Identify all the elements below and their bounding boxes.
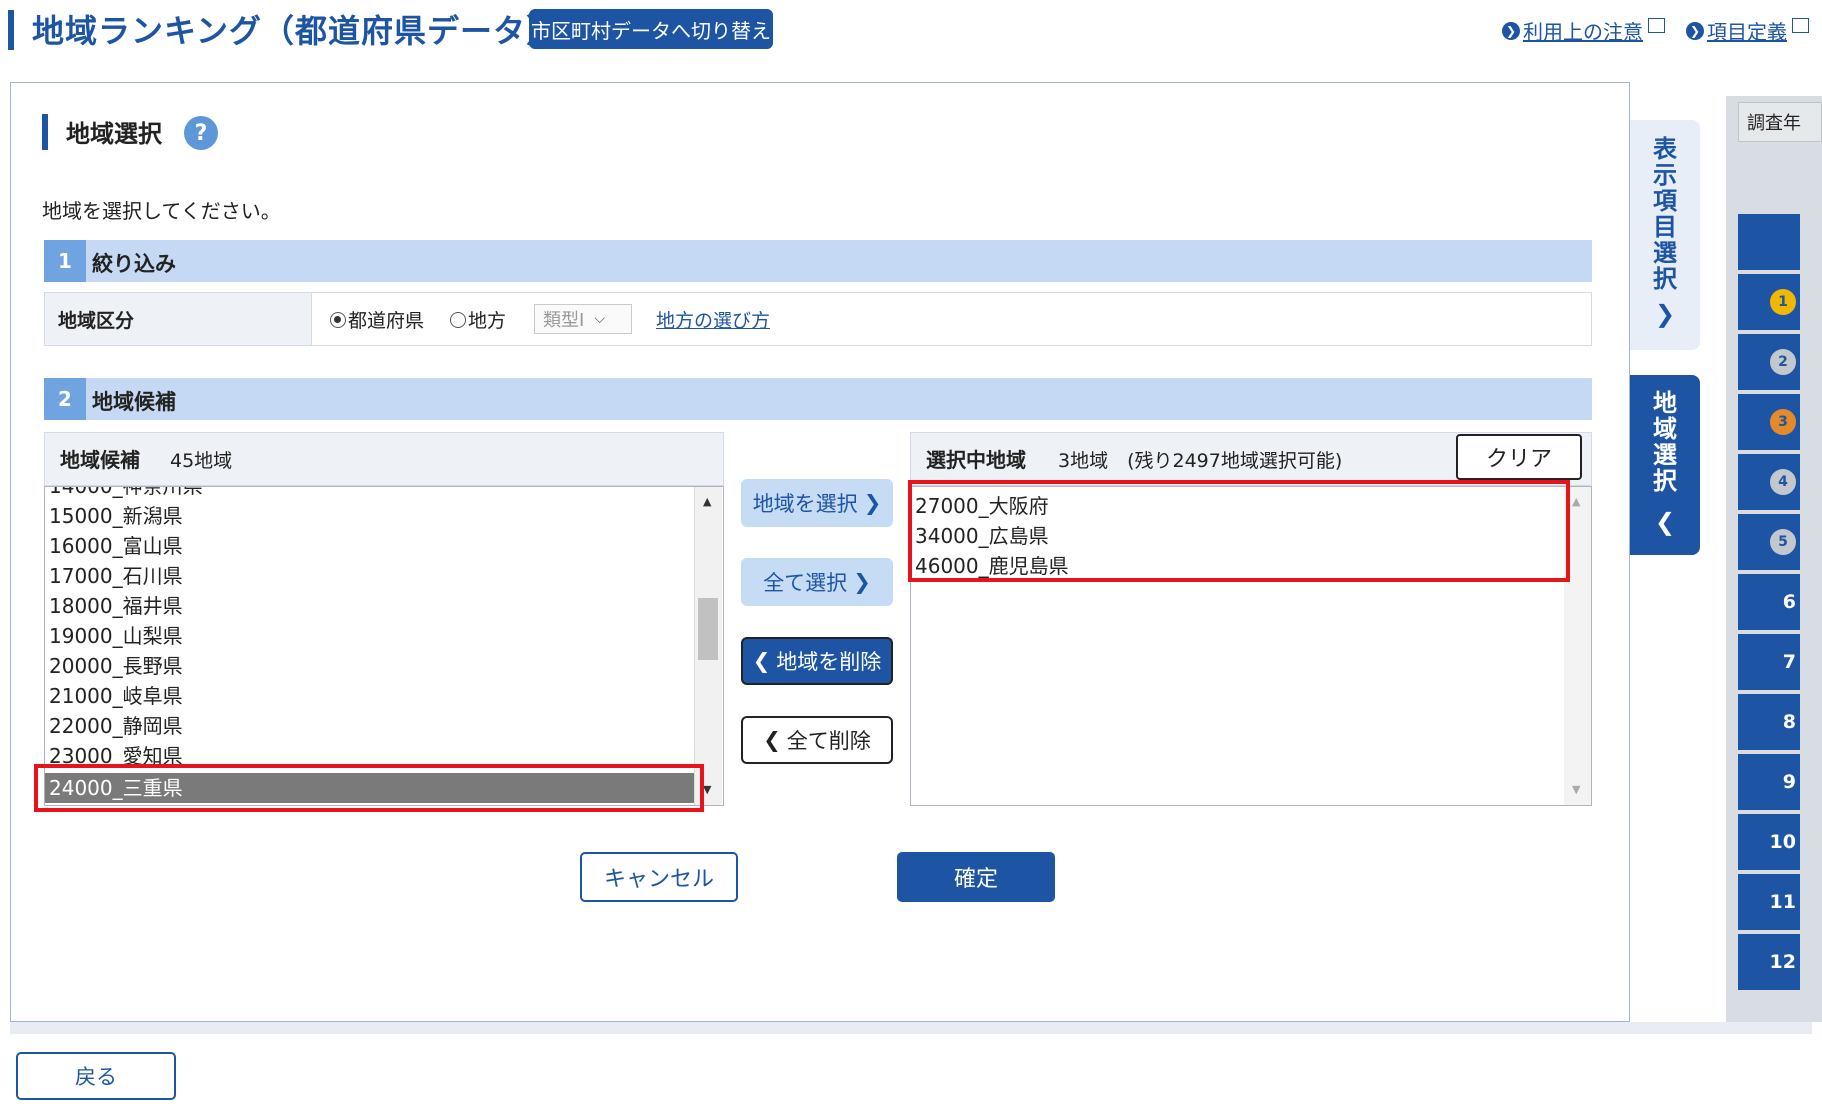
- list-item[interactable]: 19000_山梨県: [49, 621, 183, 651]
- chevron-left-icon: ❮: [763, 728, 781, 752]
- remove-all-label: 全て削除: [786, 729, 871, 753]
- item-definitions-link[interactable]: ❯ 項目定義: [1686, 16, 1809, 45]
- chevron-right-circle-icon: ❯: [1502, 21, 1520, 40]
- ranking-table-header: 調査年: [1738, 102, 1822, 142]
- chevron-left-icon: ❮: [1654, 508, 1676, 536]
- rank-cell: 11: [1738, 874, 1800, 932]
- rank-cell: 1: [1738, 274, 1800, 332]
- region-type-select[interactable]: 類型Ⅰ ⌵: [534, 304, 632, 334]
- select-region-button[interactable]: 地域を選択 ❯: [741, 479, 893, 527]
- candidate-listbox[interactable]: 14000_神奈川県 15000_新潟県 16000_富山県 17000_石川県…: [44, 486, 724, 806]
- remove-region-button[interactable]: ❮ 地域を削除: [741, 637, 893, 685]
- selected-list-title: 選択中地域: [926, 448, 1026, 472]
- usage-notes-link[interactable]: ❯ 利用上の注意: [1502, 16, 1665, 45]
- remove-all-button[interactable]: ❮ 全て削除: [741, 716, 893, 764]
- select-region-label: 地域を選択: [752, 492, 858, 516]
- step2-header: [44, 378, 1592, 420]
- list-item[interactable]: 18000_福井県: [49, 591, 183, 621]
- highlight-box-selected: [908, 480, 1570, 582]
- radio-region[interactable]: 地方: [450, 306, 506, 333]
- back-button[interactable]: 戻る: [16, 1052, 176, 1100]
- radio-unchecked-icon: [450, 311, 466, 328]
- radio-prefecture-label: 都道府県: [348, 310, 425, 332]
- chevron-right-icon: ❯: [853, 570, 871, 594]
- scroll-up-icon[interactable]: ▲: [703, 495, 711, 508]
- region-type-select-value: 類型Ⅰ: [543, 310, 585, 331]
- rank-cell: 6: [1738, 574, 1800, 632]
- step1-label: 絞り込み: [92, 252, 176, 276]
- clear-button[interactable]: クリア: [1456, 434, 1582, 480]
- candidate-scroll-thumb[interactable]: [698, 598, 718, 660]
- candidate-count: 45地域: [170, 450, 233, 472]
- rank-cell: 7: [1738, 634, 1800, 692]
- rank-badge-icon: 5: [1770, 529, 1796, 555]
- chevron-down-icon: ⌵: [594, 311, 605, 327]
- candidate-list-header: [44, 432, 724, 486]
- scroll-down-icon[interactable]: ▼: [1572, 783, 1580, 796]
- select-all-button[interactable]: 全て選択 ❯: [741, 558, 893, 606]
- chevron-right-icon: ❯: [1654, 300, 1676, 328]
- tab-region-selection-label: 地域選択: [1653, 389, 1677, 495]
- step1-number: 1: [44, 240, 86, 282]
- external-window-icon: [1792, 18, 1809, 33]
- gold-medal-icon: 1: [1770, 289, 1796, 315]
- remove-region-label: 地域を削除: [776, 650, 882, 674]
- rank-cell: 10: [1738, 814, 1800, 872]
- rank-badge-icon: 4: [1770, 469, 1796, 495]
- rank-cell: 9: [1738, 754, 1800, 812]
- help-icon[interactable]: ?: [184, 116, 218, 150]
- list-item[interactable]: 22000_静岡県: [49, 711, 183, 741]
- selected-count: 3地域 (残り2497地域選択可能): [1058, 450, 1343, 472]
- list-item[interactable]: 17000_石川県: [49, 561, 183, 591]
- page-title: 地域ランキング（都道府県データ）: [32, 12, 560, 50]
- section-accent-bar: [42, 114, 48, 150]
- cancel-button[interactable]: キャンセル: [580, 852, 738, 902]
- confirm-button[interactable]: 確定: [897, 852, 1055, 902]
- candidate-list-title: 地域候補: [60, 448, 140, 472]
- region-type-label: 地域区分: [58, 310, 135, 332]
- list-item[interactable]: 15000_新潟県: [49, 501, 183, 531]
- section-title: 地域選択: [66, 120, 162, 148]
- scroll-up-icon[interactable]: ▲: [1572, 495, 1580, 508]
- radio-region-label: 地方: [468, 310, 507, 332]
- ranking-table-blank-cell: [1738, 214, 1800, 272]
- howto-choose-region-link[interactable]: 地方の選び方: [656, 306, 770, 333]
- highlight-box-candidate: [34, 764, 704, 812]
- rank-cell: 8: [1738, 694, 1800, 752]
- rank-cell: 3: [1738, 394, 1800, 452]
- scroll-down-icon[interactable]: ▼: [703, 783, 711, 796]
- list-item[interactable]: 21000_岐阜県: [49, 681, 183, 711]
- external-window-icon: [1648, 18, 1665, 33]
- instruction-text: 地域を選択してください。: [42, 199, 281, 223]
- panel-bottom-strip: [10, 1022, 1812, 1034]
- silver-medal-icon: 2: [1770, 349, 1796, 375]
- item-definitions-label: 項目定義: [1707, 20, 1787, 44]
- radio-checked-icon: [330, 311, 346, 328]
- chevron-right-icon: ❯: [863, 491, 882, 515]
- bronze-medal-icon: 3: [1770, 409, 1796, 435]
- title-accent-bar: [8, 10, 14, 50]
- rank-cell: 12: [1738, 934, 1800, 992]
- tab-display-items-label: 表示項目選択: [1653, 135, 1677, 293]
- step1-header: [44, 240, 1592, 282]
- radio-prefecture[interactable]: 都道府県: [330, 306, 424, 333]
- step2-label: 地域候補: [92, 390, 176, 414]
- rank-cell: 5: [1738, 514, 1800, 572]
- usage-notes-label: 利用上の注意: [1523, 20, 1643, 44]
- switch-to-municipality-button[interactable]: 市区町村データへ切り替え: [529, 9, 773, 49]
- list-item[interactable]: 16000_富山県: [49, 531, 183, 561]
- select-all-label: 全て選択: [763, 571, 848, 595]
- rank-cell: 2: [1738, 334, 1800, 392]
- list-item[interactable]: 14000_神奈川県: [49, 487, 203, 501]
- list-item[interactable]: 20000_長野県: [49, 651, 183, 681]
- chevron-left-icon: ❮: [752, 649, 771, 673]
- rank-cell: 4: [1738, 454, 1800, 512]
- step2-number: 2: [44, 378, 86, 420]
- chevron-right-circle-icon: ❯: [1686, 21, 1704, 40]
